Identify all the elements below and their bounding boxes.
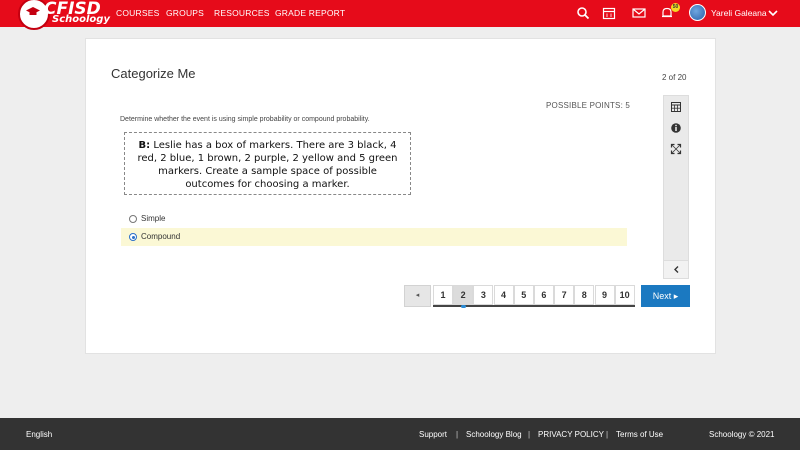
question-image-body: Leslie has a box of markers. There are 3…: [137, 140, 398, 190]
answer-option-simple[interactable]: Simple: [121, 210, 627, 228]
possible-points: POSSIBLE POINTS: 5: [546, 101, 631, 110]
next-button[interactable]: Next ▸: [641, 285, 690, 307]
page-3[interactable]: 3: [473, 285, 494, 305]
nav-resources[interactable]: RESOURCES: [214, 8, 270, 18]
footer-separator: |: [456, 430, 459, 439]
calendar-icon[interactable]: [602, 6, 616, 20]
chevron-left-icon: [674, 266, 679, 273]
footer-link-blog[interactable]: Schoology Blog: [466, 430, 522, 439]
assessment-title: Categorize Me: [111, 66, 196, 81]
radio-simple[interactable]: [129, 215, 137, 223]
page-6[interactable]: 6: [533, 285, 554, 305]
nav-grade-report[interactable]: GRADE REPORT: [275, 8, 345, 18]
question-tools-panel: [663, 95, 689, 279]
info-icon[interactable]: [670, 122, 682, 134]
question-image-text: B: Leslie has a box of markers. There ar…: [125, 139, 410, 191]
cfisd-logo[interactable]: CFISD Schoology: [18, 0, 110, 30]
question-pagination: 1 2 3 4 5 6 7 8 9 10: [433, 285, 635, 308]
page-8[interactable]: 8: [574, 285, 595, 305]
logo-subtext: Schoology: [52, 14, 110, 25]
footer: English Support | Schoology Blog | PRIVA…: [0, 418, 800, 450]
page-10[interactable]: 10: [614, 285, 635, 305]
nav-groups[interactable]: GROUPS: [166, 8, 204, 18]
question-card: Categorize Me 2 of 20 POSSIBLE POINTS: 5…: [85, 38, 716, 354]
calculator-icon[interactable]: [670, 101, 682, 113]
footer-link-privacy[interactable]: PRIVACY POLICY: [538, 430, 604, 439]
page-2[interactable]: 2: [453, 285, 474, 308]
previous-question-button[interactable]: ◂: [404, 285, 431, 307]
footer-separator: |: [606, 430, 609, 439]
language-selector[interactable]: English: [26, 430, 52, 439]
expand-icon[interactable]: [670, 143, 682, 155]
graduation-cap-icon: [26, 7, 40, 15]
answer-label-simple: Simple: [141, 214, 166, 223]
question-counter: 2 of 20: [662, 73, 687, 82]
page-9[interactable]: 9: [594, 285, 615, 305]
question-prompt: Determine whether the event is using sim…: [120, 116, 370, 123]
question-image: B: Leslie has a box of markers. There ar…: [124, 132, 411, 195]
footer-link-terms[interactable]: Terms of Use: [616, 430, 663, 439]
page-1[interactable]: 1: [433, 285, 453, 305]
radio-compound[interactable]: [129, 233, 137, 241]
chevron-down-icon[interactable]: [767, 7, 779, 19]
avatar[interactable]: [689, 4, 706, 21]
search-icon[interactable]: [576, 6, 590, 20]
answer-label-compound: Compound: [141, 232, 181, 241]
footer-link-support[interactable]: Support: [419, 430, 447, 439]
page-5[interactable]: 5: [513, 285, 534, 305]
question-image-label: B:: [138, 140, 151, 151]
page-4[interactable]: 4: [493, 285, 514, 305]
copyright: Schoology © 2021: [709, 430, 775, 439]
answer-option-compound[interactable]: Compound: [121, 228, 627, 246]
page-7[interactable]: 7: [554, 285, 575, 305]
top-navigation-bar: CFISD Schoology COURSES GROUPS RESOURCES…: [0, 0, 800, 30]
collapse-panel-button[interactable]: [664, 260, 688, 278]
notification-badge: 50: [671, 3, 680, 12]
user-name[interactable]: Yareli Galeana: [711, 8, 767, 18]
nav-courses[interactable]: COURSES: [116, 8, 159, 18]
mail-icon[interactable]: [632, 6, 646, 20]
footer-separator: |: [528, 430, 531, 439]
